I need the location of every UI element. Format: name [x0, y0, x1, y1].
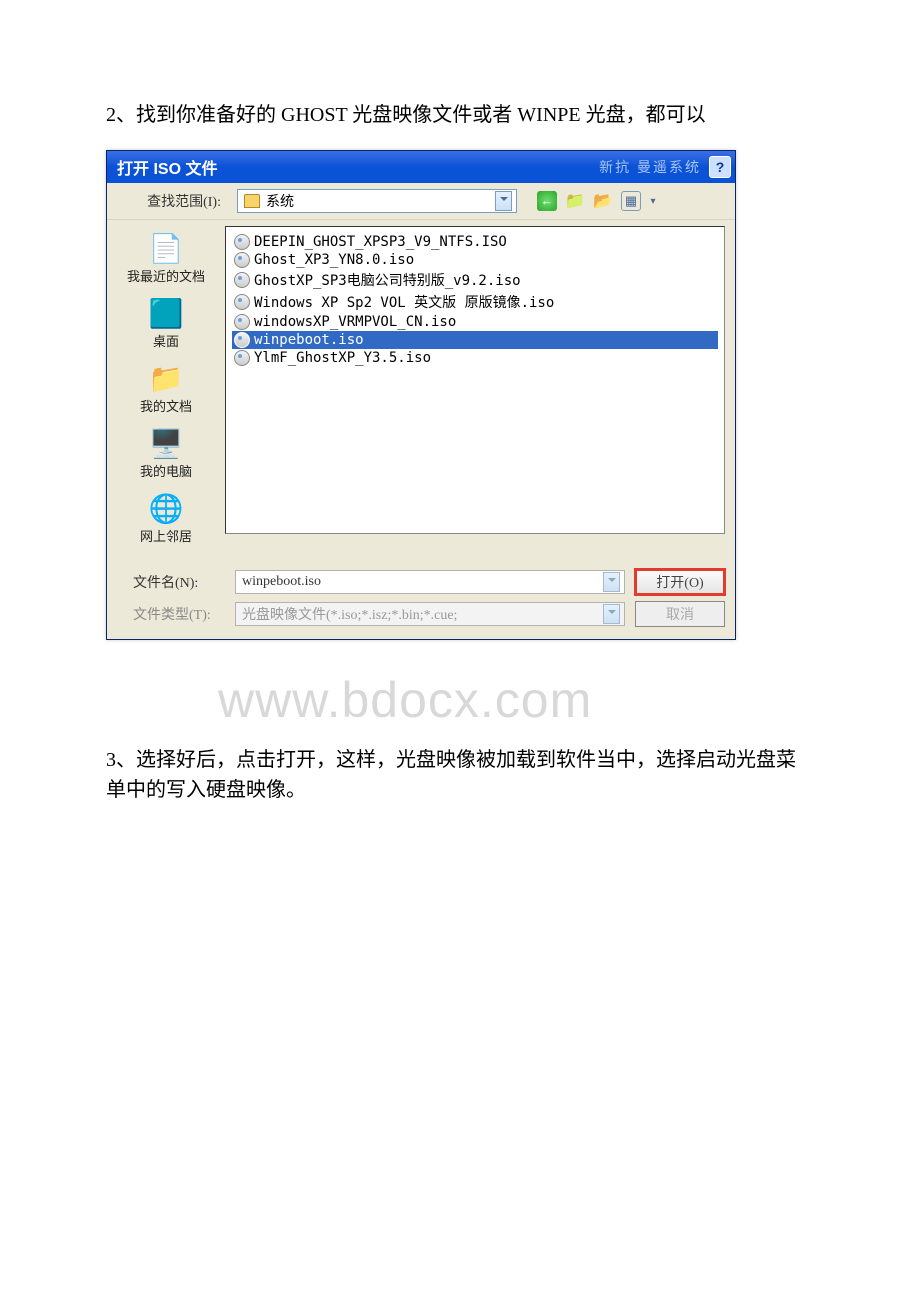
up-one-level-icon[interactable] [565, 191, 585, 211]
instruction-step-2: 2、找到你准备好的 GHOST 光盘映像文件或者 WINPE 光盘，都可以 [106, 100, 814, 130]
network-icon [149, 492, 183, 526]
view-menu-icon[interactable] [621, 191, 641, 211]
lookin-combobox[interactable]: 系统 [237, 189, 517, 213]
places-desktop[interactable]: 桌面 [121, 293, 211, 354]
file-list-item[interactable]: Windows XP Sp2 VOL 英文版 原版镜像.iso [232, 291, 718, 313]
watermark-text: www.bdocx.com [218, 671, 592, 729]
iso-file-icon [234, 234, 250, 250]
file-list-item[interactable]: DEEPIN_GHOST_XPSP3_V9_NTFS.ISO [232, 233, 718, 251]
dialog-toolbar [537, 191, 657, 211]
filetype-value: 光盘映像文件(*.iso;*.isz;*.bin;*.cue; [242, 604, 457, 624]
open-button[interactable]: 打开(O) [635, 569, 725, 595]
dialog-titlebar: 打开 ISO 文件 新抗 曼遥系统 ? [107, 151, 735, 183]
file-list-item[interactable]: winpeboot.iso [232, 331, 718, 349]
filename-combobox[interactable]: winpeboot.iso [235, 570, 625, 594]
my-computer-icon [149, 427, 183, 461]
recent-docs-icon [149, 232, 183, 266]
filetype-label: 文件类型(T): [117, 604, 225, 624]
file-list-item-label: DEEPIN_GHOST_XPSP3_V9_NTFS.ISO [254, 234, 507, 250]
file-list-item[interactable]: YlmF_GhostXP_Y3.5.iso [232, 349, 718, 367]
places-network[interactable]: 网上邻居 [121, 488, 211, 549]
back-icon[interactable] [537, 191, 557, 211]
lookin-label: 查找范围(I): [117, 191, 227, 211]
folder-icon [244, 194, 260, 208]
file-list-pane[interactable]: DEEPIN_GHOST_XPSP3_V9_NTFS.ISO Ghost_XP3_… [225, 226, 725, 534]
instruction-step-3: 3、选择好后，点击打开，这样，光盘映像被加载到软件当中，选择启动光盘菜单中的写入… [106, 745, 814, 805]
filetype-combobox[interactable]: 光盘映像文件(*.iso;*.isz;*.bin;*.cue; [235, 602, 625, 626]
iso-file-icon [234, 332, 250, 348]
filename-value: winpeboot.iso [242, 574, 321, 590]
open-iso-dialog: 打开 ISO 文件 新抗 曼遥系统 ? 查找范围(I): 系统 [106, 150, 736, 640]
places-recent-label: 我最近的文档 [127, 266, 205, 285]
file-list-item-label: Ghost_XP3_YN8.0.iso [254, 252, 414, 268]
places-documents[interactable]: 我的文档 [121, 358, 211, 419]
lookin-value: 系统 [266, 191, 294, 211]
file-list-item[interactable]: windowsXP_VRMPVOL_CN.iso [232, 313, 718, 331]
file-list-item-label: windowsXP_VRMPVOL_CN.iso [254, 314, 456, 330]
iso-file-icon [234, 272, 250, 288]
dialog-title: 打开 ISO 文件 [117, 155, 217, 179]
places-documents-label: 我的文档 [140, 396, 192, 415]
file-list-item[interactable]: GhostXP_SP3电脑公司特别版_v9.2.iso [232, 269, 718, 291]
places-recent[interactable]: 我最近的文档 [121, 228, 211, 289]
places-computer-label: 我的电脑 [140, 461, 192, 480]
file-list-item-label: YlmF_GhostXP_Y3.5.iso [254, 350, 431, 366]
my-documents-icon [149, 362, 183, 396]
iso-file-icon [234, 294, 250, 310]
chevron-down-icon[interactable] [603, 572, 620, 592]
places-desktop-label: 桌面 [153, 331, 179, 350]
chevron-down-icon[interactable] [495, 191, 512, 211]
iso-file-icon [234, 252, 250, 268]
places-bar: 我最近的文档 桌面 我的文档 我的电脑 网上邻居 [107, 220, 225, 557]
desktop-icon [149, 297, 183, 331]
filename-label: 文件名(N): [117, 572, 225, 592]
file-list-item-label: winpeboot.iso [254, 332, 364, 348]
places-computer[interactable]: 我的电脑 [121, 423, 211, 484]
file-list-item-label: Windows XP Sp2 VOL 英文版 原版镜像.iso [254, 292, 554, 312]
iso-file-icon [234, 350, 250, 366]
places-network-label: 网上邻居 [140, 526, 192, 545]
dialog-bottom-controls: 文件名(N): winpeboot.iso 打开(O) 文件类型(T): 光盘映… [107, 557, 735, 639]
iso-file-icon [234, 314, 250, 330]
file-list-item-label: GhostXP_SP3电脑公司特别版_v9.2.iso [254, 270, 521, 290]
view-menu-chevron-icon[interactable] [649, 191, 657, 211]
file-list-item[interactable]: Ghost_XP3_YN8.0.iso [232, 251, 718, 269]
open-iso-dialog-screenshot: 打开 ISO 文件 新抗 曼遥系统 ? 查找范围(I): 系统 [106, 150, 738, 675]
lookin-row: 查找范围(I): 系统 [107, 183, 735, 220]
titlebar-decor-text: 新抗 曼遥系统 [599, 157, 701, 177]
cancel-button[interactable]: 取消 [635, 601, 725, 627]
new-folder-icon[interactable] [593, 191, 613, 211]
chevron-down-icon[interactable] [603, 604, 620, 624]
help-button[interactable]: ? [709, 156, 731, 178]
